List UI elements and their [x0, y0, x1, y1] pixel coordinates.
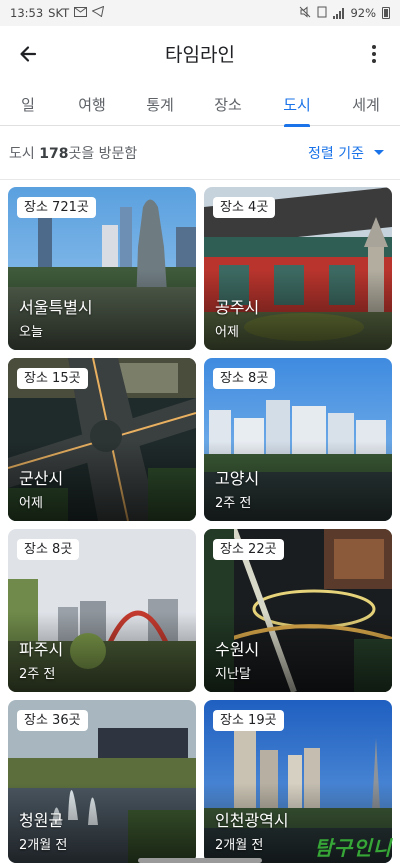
city-card-gongju[interactable]: 장소 4곳 공주시 어제: [204, 187, 392, 350]
place-count-badge: 장소 4곳: [213, 197, 276, 218]
message-icon: [74, 6, 88, 20]
mute-icon: [299, 5, 311, 21]
last-visited: 어제: [215, 325, 239, 340]
tab-day[interactable]: 일: [10, 82, 46, 126]
status-time: 13:53: [10, 6, 44, 20]
watermark: 탐구인니: [314, 836, 392, 860]
visited-count: 178: [39, 145, 69, 162]
last-visited: 2주 전: [215, 496, 252, 511]
last-visited: 어제: [19, 496, 43, 511]
place-count-badge: 장소 22곳: [213, 539, 284, 560]
last-visited: 지난달: [215, 667, 251, 682]
place-count-badge: 장소 8곳: [213, 368, 276, 389]
city-name: 고양시: [215, 469, 260, 488]
dropdown-caret-icon: [374, 150, 384, 155]
home-indicator[interactable]: [138, 858, 262, 863]
status-bar: 13:53 SKT 92%: [0, 0, 400, 26]
city-card-goyang[interactable]: 장소 8곳 고양시 2주 전: [204, 358, 392, 521]
city-name: 수원시: [215, 640, 260, 659]
tab-places[interactable]: 장소: [206, 82, 250, 126]
city-name: 인천광역시: [215, 811, 289, 830]
last-visited: 2개월 전: [215, 838, 264, 853]
city-name: 군산시: [19, 469, 64, 488]
city-name: 파주시: [19, 640, 64, 659]
last-visited: 오늘: [19, 325, 43, 340]
place-count-badge: 장소 19곳: [213, 710, 284, 731]
place-count-badge: 장소 721곳: [17, 197, 96, 218]
summary-row: 도시 178곳을 방문함 정렬 기준: [0, 126, 400, 180]
status-carrier: SKT: [48, 6, 70, 20]
battery-level: 92%: [350, 6, 376, 20]
more-options-button[interactable]: [362, 40, 386, 68]
telegram-icon: [91, 5, 105, 20]
tab-trips[interactable]: 여행: [70, 82, 114, 126]
place-count-badge: 장소 15곳: [17, 368, 88, 389]
city-card-seoul[interactable]: 장소 721곳 서울특별시 오늘: [8, 187, 196, 350]
signal-icon: [333, 7, 345, 19]
visited-summary: 도시 178곳을 방문함: [9, 145, 138, 162]
city-card-gunsan[interactable]: 장소 15곳 군산시 어제: [8, 358, 196, 521]
place-count-badge: 장소 8곳: [17, 539, 80, 560]
tab-world[interactable]: 세계: [344, 82, 388, 126]
place-count-badge: 장소 36곳: [17, 710, 88, 731]
last-visited: 2개월 전: [19, 838, 68, 853]
city-name: 서울특별시: [19, 298, 93, 317]
battery-icon: [382, 7, 390, 19]
tab-stats[interactable]: 통계: [138, 82, 182, 126]
app-bar: 타임라인: [0, 26, 400, 82]
city-card-cheongwon[interactable]: 장소 36곳 청원군 2개월 전: [8, 700, 196, 863]
page-title: 타임라인: [165, 44, 235, 66]
sort-label: 정렬 기준: [308, 145, 364, 162]
city-card-suwon[interactable]: 장소 22곳 수원시 지난달: [204, 529, 392, 692]
last-visited: 2주 전: [19, 667, 56, 682]
lte-icon: [317, 6, 327, 21]
sort-button[interactable]: 정렬 기준: [308, 143, 391, 163]
tab-bar: 일 여행 통계 장소 도시 세계: [0, 82, 400, 127]
city-name: 청원군: [19, 811, 64, 830]
tab-cities[interactable]: 도시: [275, 82, 319, 127]
city-name: 공주시: [215, 298, 260, 317]
city-card-paju[interactable]: 장소 8곳 파주시 2주 전: [8, 529, 196, 692]
